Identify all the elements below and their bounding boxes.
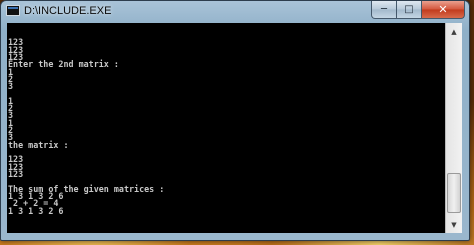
console-line: 3 xyxy=(8,81,14,92)
minimize-icon: ─ xyxy=(380,3,388,15)
close-button[interactable]: ✕ xyxy=(422,1,465,19)
console-line: 1 3 1 3 2 6 xyxy=(8,205,64,216)
maximize-button[interactable]: □ xyxy=(397,1,422,19)
console-app-icon[interactable] xyxy=(6,5,20,16)
title-bar[interactable]: D:\INCLUDE.EXE ─ □ ✕ xyxy=(1,1,469,23)
scroll-up-button[interactable]: ▲ xyxy=(446,23,462,40)
console-line: 123 xyxy=(8,168,24,179)
maximize-icon: □ xyxy=(404,3,414,15)
console-line: the matrix : xyxy=(8,139,69,150)
window-controls: ─ □ ✕ xyxy=(371,1,465,19)
console-window: D:\INCLUDE.EXE ─ □ ✕ 123 123 123 Enter t… xyxy=(0,0,470,241)
arrow-up-icon: ▲ xyxy=(451,27,457,36)
minimize-button[interactable]: ─ xyxy=(371,1,397,19)
vertical-scrollbar[interactable]: ▲ ▼ xyxy=(445,23,462,233)
console-output-area[interactable]: 123 123 123 Enter the 2nd matrix : 1 2 3… xyxy=(7,23,445,233)
scrollbar-thumb[interactable] xyxy=(447,173,461,213)
console-text: 123 123 123 Enter the 2nd matrix : 1 2 3… xyxy=(8,32,164,215)
window-title: D:\INCLUDE.EXE xyxy=(24,5,112,17)
close-icon: ✕ xyxy=(438,3,448,16)
arrow-down-icon: ▼ xyxy=(451,220,457,229)
scroll-down-button[interactable]: ▼ xyxy=(446,216,462,233)
console-line: Enter the 2nd matrix : xyxy=(8,59,119,70)
